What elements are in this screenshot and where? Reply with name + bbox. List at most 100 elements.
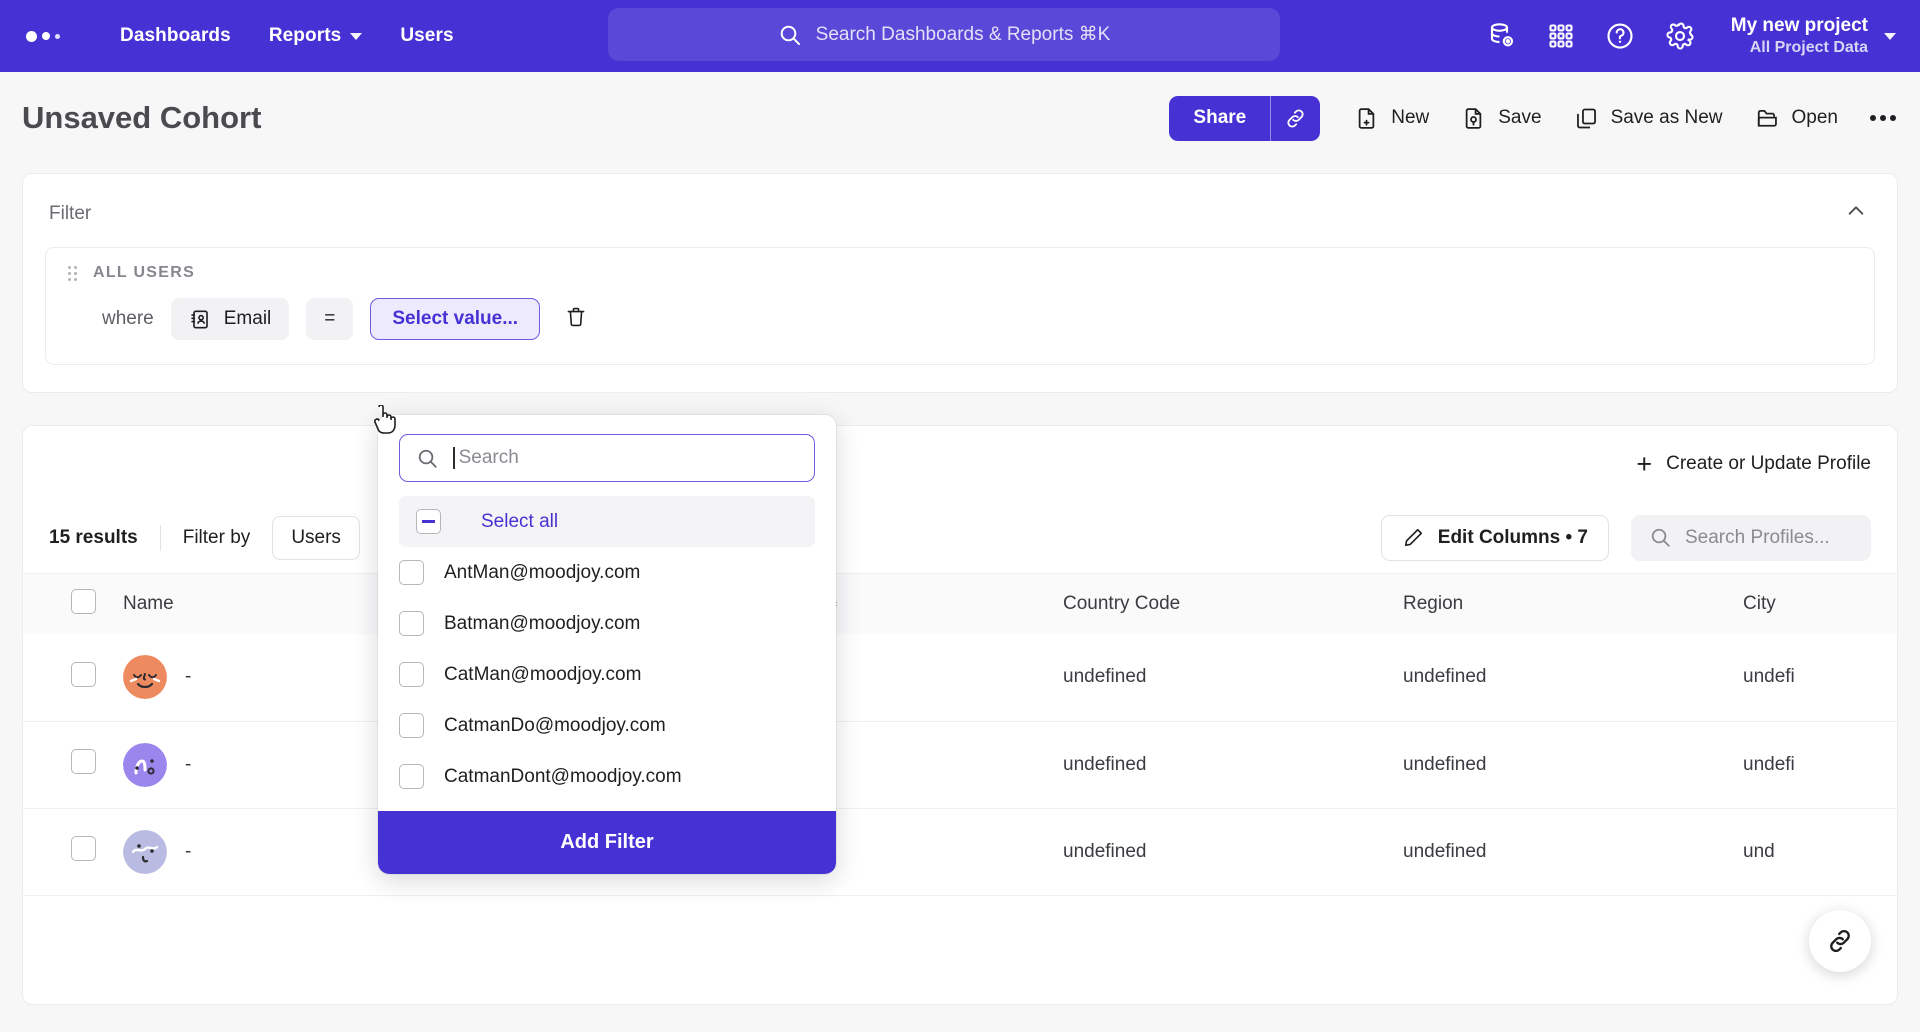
dropdown-select-all-item[interactable]: Select all [399, 496, 815, 547]
page-header: Unsaved Cohort Share New Save Save as Ne… [0, 72, 1920, 164]
dropdown-option-item[interactable]: CatmanDont@moodjoy.com [378, 751, 836, 802]
option-label: AntMan@moodjoy.com [444, 561, 641, 583]
row-checkbox[interactable] [71, 836, 96, 861]
option-checkbox[interactable] [399, 713, 424, 738]
new-button[interactable]: New [1354, 106, 1429, 131]
dropdown-option-list[interactable]: Select all AntMan@moodjoy.com Batman@moo… [378, 496, 836, 811]
more-options-button[interactable] [1870, 115, 1896, 121]
nav-item-label: Dashboards [120, 25, 231, 46]
option-label: CatmanDo@moodjoy.com [444, 714, 666, 736]
avatar-lavender-face [123, 829, 167, 874]
filter-property-selector[interactable]: Email [170, 298, 290, 340]
value-select-dropdown: Search Select all AntMan@moodjoy.com Bat… [378, 415, 836, 874]
dropdown-search-input[interactable]: Search [399, 434, 815, 482]
filter-condition-row: where Email = Select value... [68, 298, 1852, 340]
option-checkbox[interactable] [399, 560, 424, 585]
create-profile-label: Create or Update Profile [1666, 453, 1871, 474]
option-checkbox[interactable] [399, 662, 424, 687]
primary-nav: Dashboards Reports Users [120, 25, 454, 47]
row-region-cell: undefined [1403, 753, 1487, 775]
add-filter-button[interactable]: Add Filter [378, 811, 836, 874]
row-name-value: - [185, 840, 192, 862]
column-header-country-code[interactable]: Country Code [1053, 574, 1393, 634]
row-name-value: - [185, 666, 192, 688]
collapse-filter-button[interactable] [1841, 196, 1871, 231]
delete-filter-button[interactable] [564, 305, 588, 334]
nav-item-reports[interactable]: Reports [269, 25, 363, 47]
results-toolbar: 15 results Filter by Users Edit Columns … [23, 502, 1897, 574]
dropdown-option-item[interactable]: CatMan@moodjoy.com [378, 649, 836, 700]
help-circle-icon[interactable] [1605, 21, 1635, 51]
search-icon [418, 449, 437, 468]
share-button[interactable]: Share [1169, 95, 1271, 141]
global-search-input[interactable]: Search Dashboards & Reports ⌘K [608, 8, 1280, 61]
dropdown-search-placeholder: Search [458, 447, 519, 468]
edit-columns-button[interactable]: Edit Columns • 7 [1380, 514, 1609, 561]
share-label: Share [1193, 107, 1247, 128]
save-button[interactable]: Save [1461, 106, 1542, 131]
dropdown-option-item[interactable]: Batman@moodjoy.com [378, 598, 836, 649]
divider [159, 524, 161, 551]
filter-value-label: Select value... [392, 308, 519, 329]
results-count: 15 results [49, 526, 138, 548]
dropdown-option-item[interactable]: Catwoman@moodjoy.com [378, 802, 836, 811]
page-toolbar: Share New Save Save as New Open [1169, 95, 1896, 141]
avatar-orange-smile [123, 655, 167, 700]
option-label: CatMan@moodjoy.com [444, 663, 642, 685]
open-button[interactable]: Open [1755, 106, 1838, 131]
create-or-update-profile-button[interactable]: + Create or Update Profile [1636, 450, 1871, 478]
dropdown-option-item[interactable]: CatmanDo@moodjoy.com [378, 700, 836, 751]
filter-by-users-selector[interactable]: Users [272, 515, 360, 560]
nav-right-group: My new project All Project Data [1487, 0, 1902, 72]
app-logo[interactable] [26, 30, 60, 42]
contact-card-icon [191, 309, 208, 329]
nav-item-label: Users [400, 25, 454, 46]
column-header-city[interactable]: City [1733, 574, 1897, 634]
save-as-new-label: Save as New [1610, 107, 1723, 128]
dropdown-option-item[interactable]: AntMan@moodjoy.com [378, 547, 836, 598]
row-country-cell: undefined [1063, 840, 1147, 862]
save-label: Save [1498, 107, 1542, 128]
row-checkbox[interactable] [71, 749, 96, 774]
option-checkbox[interactable] [399, 611, 424, 636]
select-all-rows-checkbox[interactable] [71, 588, 96, 614]
row-city-cell: und [1743, 840, 1775, 862]
filter-panel: Filter ALL USERS where Email = Select va… [22, 173, 1898, 393]
database-settings-icon[interactable] [1487, 21, 1517, 51]
option-checkbox[interactable] [399, 764, 424, 789]
chevron-down-icon [1884, 32, 1896, 40]
option-label: CatmanDont@moodjoy.com [444, 765, 682, 787]
project-selector[interactable]: My new project All Project Data [1731, 14, 1902, 58]
table-row[interactable]: - undefined - undefined undefined undefi [23, 634, 1897, 721]
trash-icon [567, 307, 585, 326]
apps-grid-icon[interactable] [1547, 22, 1575, 50]
nav-item-users[interactable]: Users [400, 25, 453, 47]
profiles-table: Name undefined Updated at Country Code R… [23, 574, 1897, 896]
row-checkbox[interactable] [71, 661, 96, 687]
nav-item-dashboards[interactable]: Dashboards [120, 25, 231, 47]
drag-handle-icon[interactable] [68, 265, 77, 281]
column-header-region[interactable]: Region [1393, 574, 1733, 634]
search-profiles-input[interactable]: Search Profiles... [1631, 514, 1871, 561]
row-region-cell: undefined [1403, 666, 1487, 688]
share-copy-link-button[interactable] [1270, 95, 1321, 141]
row-city-cell: undefi [1743, 666, 1795, 688]
floating-copy-link-button[interactable] [1809, 910, 1871, 972]
filter-property-label: Email [223, 308, 272, 329]
table-header-row: Name undefined Updated at Country Code R… [23, 574, 1897, 634]
table-row[interactable]: - undefined - undefined undefined und [23, 808, 1897, 895]
save-as-new-button[interactable]: Save as New [1574, 106, 1723, 131]
filter-operator-selector[interactable]: = [306, 298, 354, 340]
pencil-icon [1404, 528, 1422, 547]
top-navigation-bar: Dashboards Reports Users Search Dashboar… [0, 0, 1920, 72]
nav-item-label: Reports [268, 25, 342, 46]
row-select-cell [23, 721, 113, 808]
filter-group: ALL USERS where Email = Select value... [45, 247, 1875, 365]
gear-icon[interactable] [1665, 21, 1695, 51]
table-row[interactable]: - undefined - undefined undefined undefi [23, 721, 1897, 808]
results-panel: + Create or Update Profile 15 results Fi… [22, 425, 1898, 1005]
row-name-value: - [185, 753, 192, 775]
filter-value-selector[interactable]: Select value... [370, 298, 541, 340]
add-filter-label: Add Filter [560, 831, 654, 853]
indeterminate-checkbox[interactable] [416, 509, 441, 534]
